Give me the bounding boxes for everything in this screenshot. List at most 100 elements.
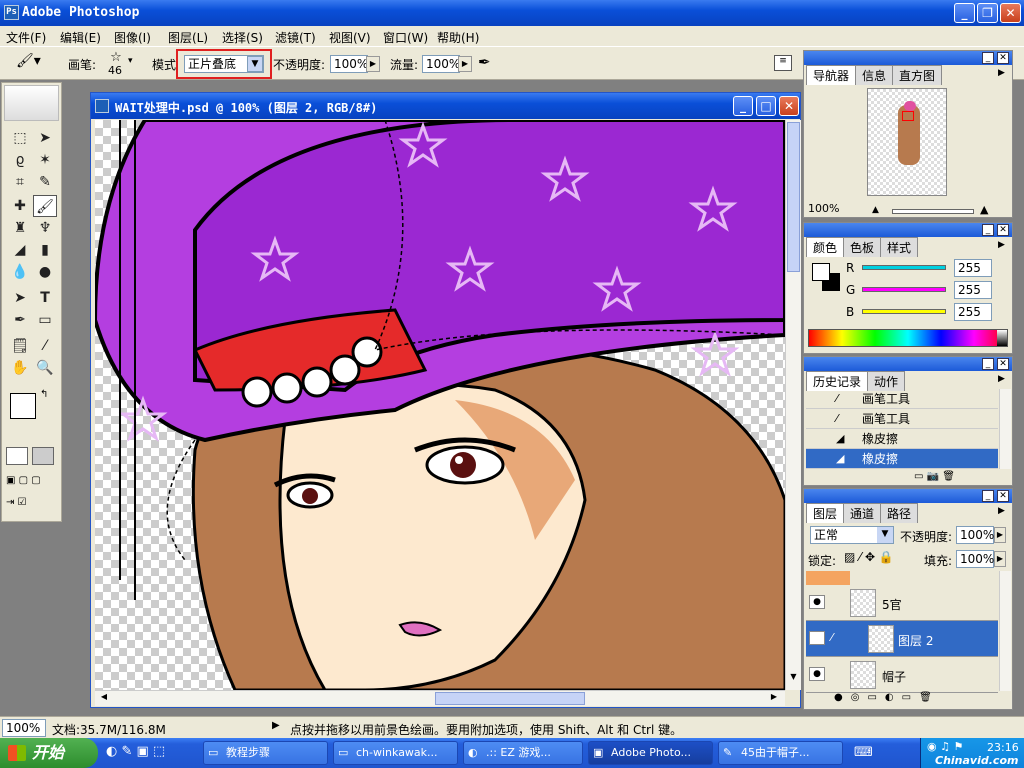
tab-styles[interactable]: 样式 <box>880 237 919 257</box>
menu-filter[interactable]: 滤镜(T) <box>275 29 316 46</box>
menu-file[interactable]: 文件(F) <box>6 29 46 46</box>
lock-icons[interactable]: ▨ ⁄ ✥ 🔒 <box>844 550 894 564</box>
channel-r-value[interactable]: 255 <box>954 259 992 277</box>
notes-tool-icon[interactable]: 🗒 <box>8 335 32 357</box>
task-image[interactable]: ✎ 45由于帽子... <box>718 741 843 765</box>
gradient-tool-icon[interactable]: ▮ <box>33 239 57 261</box>
navigator-view-box[interactable] <box>902 111 914 121</box>
crop-tool-icon[interactable]: ⌗ <box>8 171 32 193</box>
close-button[interactable]: ✕ <box>1000 3 1021 23</box>
panel-menu-icon[interactable]: ▶ <box>998 374 1005 384</box>
keyboard-icon[interactable]: ⌨ <box>854 745 873 760</box>
color-spectrum-bar[interactable] <box>808 329 1008 347</box>
panel-close-icon[interactable]: ✕ <box>997 490 1009 502</box>
layers-footer-icons[interactable]: ●◎▭◐▭🗑 <box>834 692 1004 703</box>
brush-tool-preset-icon[interactable]: 🖌▾ <box>16 53 50 73</box>
palette-well-icon[interactable]: ≡ <box>774 55 792 71</box>
eye-icon[interactable]: ● <box>809 595 825 609</box>
healing-brush-icon[interactable]: ✚ <box>8 195 32 217</box>
menu-view[interactable]: 视图(V) <box>329 29 371 46</box>
task-browser[interactable]: ◐.:: EZ 游戏... <box>463 741 583 765</box>
path-selection-icon[interactable]: ➤ <box>8 287 32 309</box>
brush-dropdown-icon[interactable]: ▾ <box>128 56 133 66</box>
history-item[interactable]: ◢ 橡皮擦 <box>806 429 998 449</box>
eye-icon[interactable]: ● <box>809 667 825 681</box>
panel-close-icon[interactable]: ✕ <box>997 358 1009 370</box>
navigator-header[interactable]: _ ✕ <box>804 51 1012 65</box>
zoom-in-icon[interactable]: ▲ <box>980 203 988 216</box>
doc-minimize-button[interactable]: _ <box>733 96 753 116</box>
menu-layer[interactable]: 图层(L) <box>168 29 208 46</box>
fill-input[interactable]: 100% <box>956 550 994 568</box>
opacity-arrow-icon[interactable]: ▶ <box>366 56 380 72</box>
document-titlebar[interactable]: WAIT处理中.psd @ 100% (图层 2, RGB/8#) _ □ ✕ <box>91 93 800 119</box>
magic-wand-icon[interactable]: ✶ <box>33 149 57 171</box>
tab-navigator[interactable]: 导航器 <box>806 65 857 85</box>
layer-partial-row[interactable] <box>806 571 850 585</box>
tab-info[interactable]: 信息 <box>855 65 894 85</box>
clone-stamp-icon[interactable]: ♜ <box>8 217 32 239</box>
panel-menu-icon[interactable]: ▶ <box>998 506 1005 516</box>
doc-close-button[interactable]: ✕ <box>779 96 799 116</box>
star-brush-icon[interactable]: ☆ <box>106 50 126 65</box>
quick-mask-icon[interactable] <box>32 447 54 465</box>
fill-arrow-icon[interactable]: ▶ <box>994 551 1006 567</box>
menu-window[interactable]: 窗口(W) <box>383 29 428 46</box>
channel-g-value[interactable]: 255 <box>954 281 992 299</box>
tray-icons[interactable]: ◉ ♫ ⚑ <box>927 740 963 753</box>
history-item[interactable]: ⁄ 画笔工具 <box>806 409 998 429</box>
task-folder-tutorial[interactable]: ▭ 教程步骤 <box>203 741 328 765</box>
tab-history[interactable]: 历史记录 <box>806 371 869 391</box>
app-titlebar[interactable]: Ps Adobe Photoshop _ ❐ ✕ <box>0 0 1024 26</box>
channel-g-slider[interactable] <box>862 287 946 292</box>
channel-r-slider[interactable] <box>862 265 946 270</box>
shape-tool-icon[interactable]: ▭ <box>33 309 57 331</box>
tab-paths[interactable]: 路径 <box>880 503 919 523</box>
restore-button[interactable]: ❐ <box>977 3 998 23</box>
tab-layers[interactable]: 图层 <box>806 503 845 523</box>
panel-minimize-icon[interactable]: _ <box>982 52 994 64</box>
channel-b-value[interactable]: 255 <box>954 303 992 321</box>
panel-menu-icon[interactable]: ▶ <box>998 68 1005 78</box>
layer-opacity-input[interactable]: 100% <box>956 526 994 544</box>
standard-mode-icon[interactable] <box>6 447 28 465</box>
zoom-slider[interactable] <box>892 209 974 214</box>
eyedropper-icon[interactable]: ⁄ <box>33 335 57 357</box>
flow-arrow-icon[interactable]: ▶ <box>458 56 472 72</box>
hand-tool-icon[interactable]: ✋ <box>8 357 32 379</box>
clock[interactable]: 23:16 <box>987 741 1019 754</box>
history-scrollbar[interactable] <box>999 389 1011 469</box>
channel-b-slider[interactable] <box>862 309 946 314</box>
history-item[interactable]: ⁄ 画笔工具 <box>806 389 998 409</box>
canvas-horizontal-scrollbar[interactable]: ◀ ▶ <box>95 690 785 706</box>
task-photoshop[interactable]: ▣ Adobe Photo... <box>588 741 713 765</box>
navigator-zoom[interactable]: 100% <box>805 203 845 217</box>
spectrum-bw[interactable] <box>997 330 1007 346</box>
layer-row[interactable]: ● 帽子 <box>806 657 998 693</box>
eraser-tool-icon[interactable]: ◢ <box>8 239 32 261</box>
type-tool-icon[interactable]: T <box>33 287 57 309</box>
layers-header[interactable]: _ ✕ <box>804 489 1012 503</box>
dodge-tool-icon[interactable]: ● <box>33 261 57 283</box>
scroll-down-icon[interactable]: ▼ <box>787 672 800 686</box>
menu-select[interactable]: 选择(S) <box>222 29 263 46</box>
navigator-thumbnail[interactable] <box>867 88 947 196</box>
quicklaunch-icons[interactable]: ◐ ✎ ▣ ⬚ <box>106 744 196 762</box>
status-zoom[interactable]: 100% <box>2 719 46 737</box>
screen-mode-icon[interactable]: ▣ ▢ ▢ <box>6 475 56 491</box>
blend-mode-select[interactable]: 正常 ▼ <box>810 526 894 544</box>
tab-actions[interactable]: 动作 <box>867 371 906 391</box>
blur-tool-icon[interactable]: 💧 <box>8 261 32 283</box>
pen-tool-icon[interactable]: ✒ <box>8 309 32 331</box>
panel-minimize-icon[interactable]: _ <box>982 224 994 236</box>
image-canvas[interactable] <box>95 120 785 690</box>
foreground-color-swatch[interactable] <box>10 393 36 419</box>
layer-opacity-arrow-icon[interactable]: ▶ <box>994 527 1006 543</box>
swap-colors-icon[interactable]: ↰ <box>40 389 48 400</box>
eye-icon[interactable]: ● <box>809 631 825 645</box>
tab-channels[interactable]: 通道 <box>843 503 882 523</box>
jump-to-imageready-icon[interactable]: ⇥ ☑ <box>6 497 56 513</box>
opacity-input[interactable]: 100% <box>330 55 368 73</box>
history-footer-icons[interactable]: ▭ 📷 🗑 <box>914 471 1004 482</box>
tab-histogram[interactable]: 直方图 <box>892 65 943 85</box>
